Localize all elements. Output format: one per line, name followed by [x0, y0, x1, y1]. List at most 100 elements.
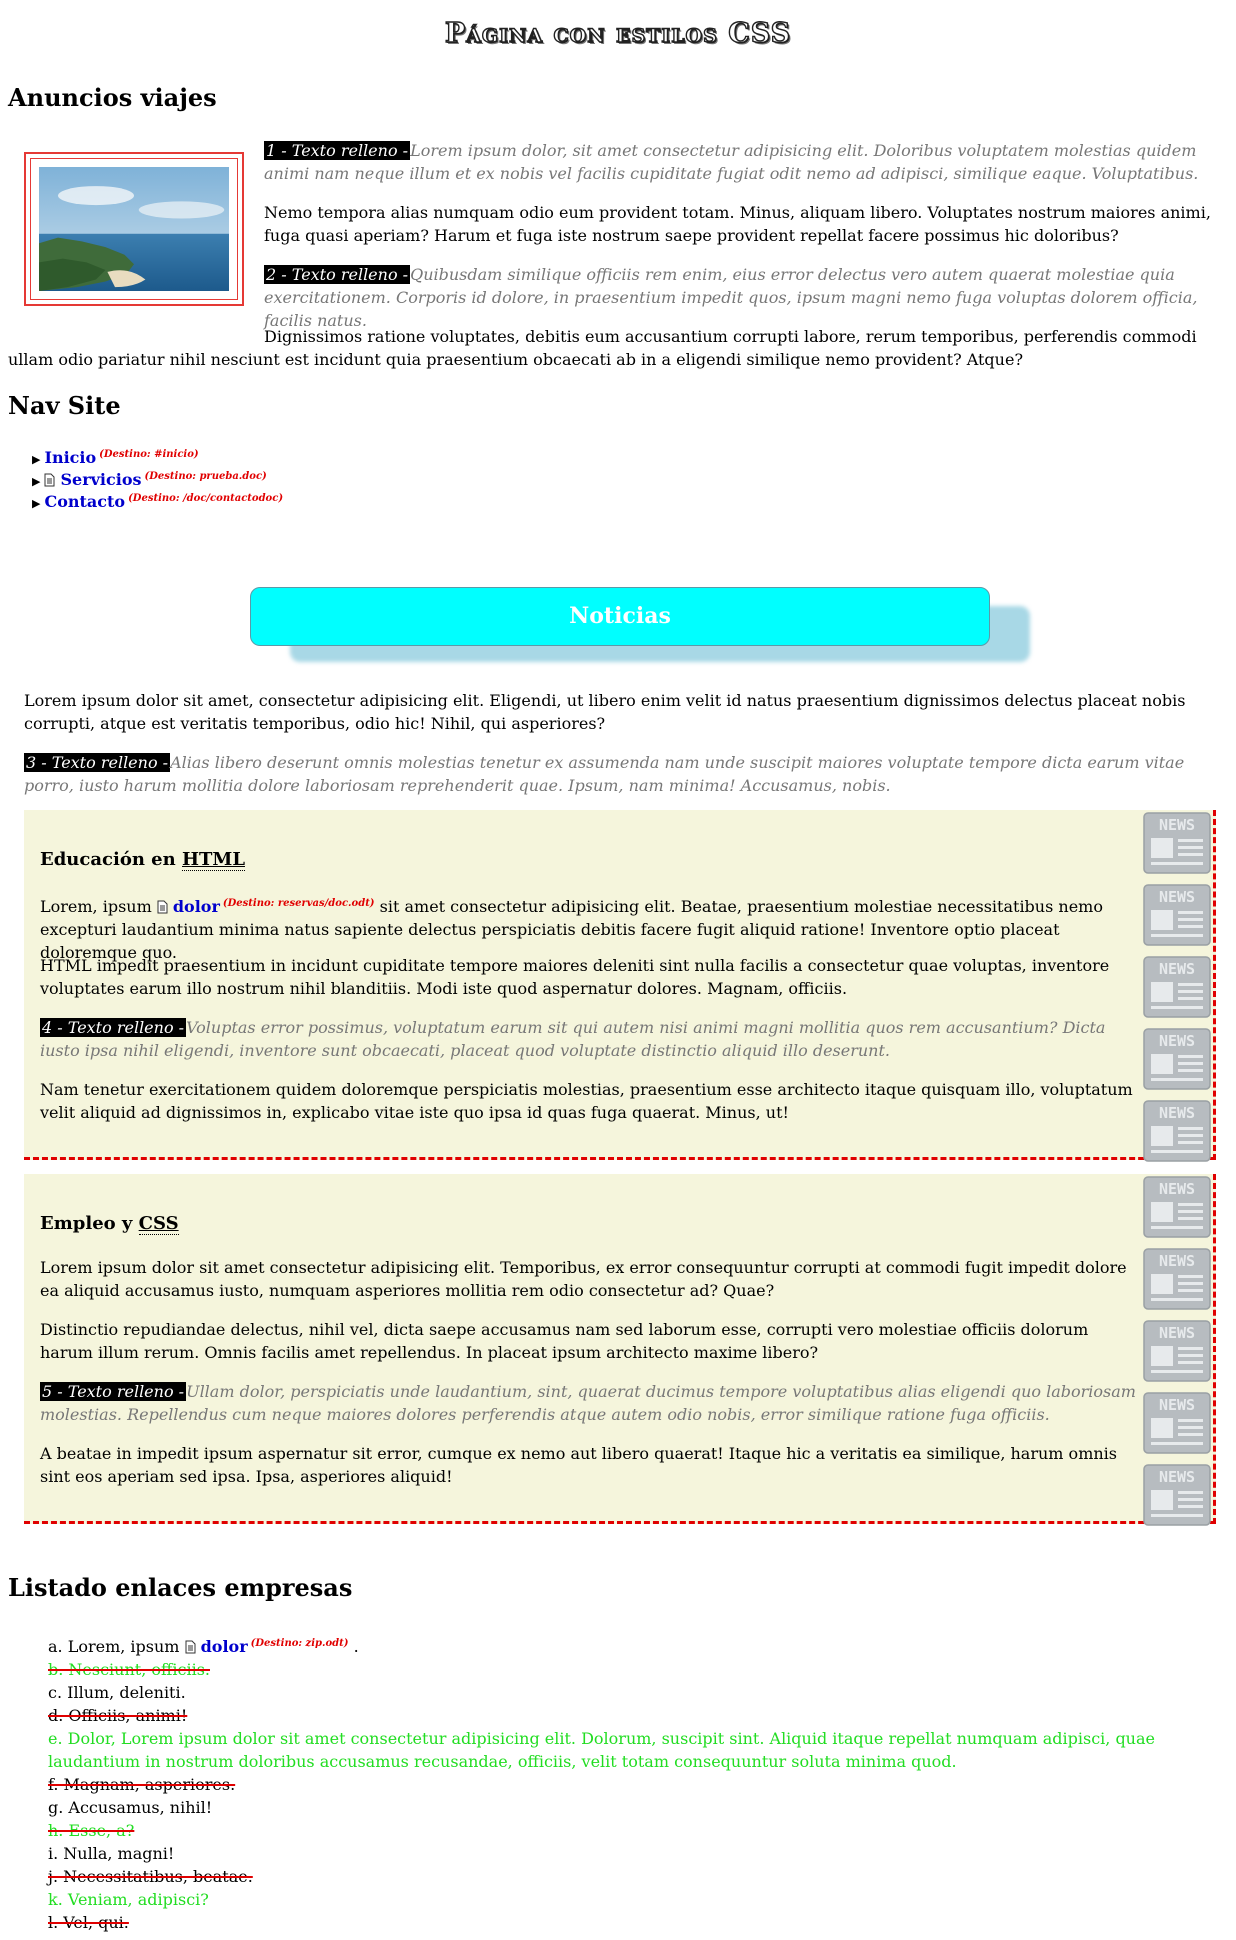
- paragraph-text: HTML impedit praesentium in incidunt cup…: [40, 956, 1110, 998]
- list-item: a. Lorem, ipsum dolor (Destino: zip.odt) …: [48, 1632, 1218, 1658]
- article-paragraph-4: A beatae in impedit ipsum aspernatur sit…: [40, 1442, 1140, 1488]
- article-title: Educación en HTML: [40, 848, 245, 871]
- paragraph-text: Ullam dolor, perspiciatis unde laudantiu…: [40, 1382, 1136, 1424]
- list-item-text: e. Dolor, Lorem ipsum dolor sit amet con…: [48, 1729, 1155, 1771]
- svg-text:NEWS: NEWS: [1159, 888, 1195, 906]
- list-item-text: k. Veniam, adipisci?: [48, 1890, 209, 1909]
- news-filler-3: 3 - Texto relleno - Alias libero deserunt…: [24, 751, 1214, 797]
- list-item: j. Necessitatibus, beatae.: [48, 1865, 1218, 1888]
- list-item-text: .: [353, 1637, 359, 1656]
- travel-text-3: 2 - Texto relleno - Quibusdam similique o…: [264, 263, 1224, 332]
- paragraph-text: Nam tenetur exercitationem quidem dolore…: [40, 1080, 1133, 1122]
- svg-text:NEWS: NEWS: [1159, 1324, 1195, 1342]
- news-intro: Lorem ipsum dolor sit amet, consectetur …: [24, 689, 1214, 735]
- nav-item-servicios: ▶ Servicios (Destino: prueba.doc): [32, 466, 283, 489]
- filler-tag-4: 4 - Texto relleno -: [40, 1018, 187, 1037]
- list-item: f. Magnam, asperiores.: [48, 1773, 1218, 1796]
- nav-link-contacto[interactable]: Contacto: [44, 492, 125, 511]
- list-item-text: b. Nesciunt, officiis.: [48, 1660, 210, 1679]
- paragraph-text: Lorem, ipsum: [40, 897, 152, 916]
- svg-text:NEWS: NEWS: [1159, 1032, 1195, 1050]
- svg-text:NEWS: NEWS: [1159, 1396, 1195, 1414]
- list-item-text: f. Magnam, asperiores.: [48, 1775, 236, 1794]
- list-item: c. Illum, deleniti.: [48, 1681, 1218, 1704]
- article-title: Empleo y CSS: [40, 1212, 179, 1235]
- article-css: Empleo y CSS Lorem ipsum dolor sit amet …: [24, 1174, 1216, 1526]
- list-item: d. Officiis, animi!: [48, 1704, 1218, 1727]
- list-item-text: a. Lorem, ipsum: [48, 1637, 180, 1656]
- link-destination: (Destino: #inicio): [99, 449, 199, 460]
- news-icon: NEWS: [1141, 1098, 1213, 1164]
- filler-tag-3: 3 - Texto relleno -: [24, 753, 171, 772]
- article-title-text: Educación en: [40, 849, 176, 870]
- nav-heading: Nav Site: [8, 391, 121, 420]
- list-item: k. Veniam, adipisci?: [48, 1888, 1218, 1911]
- news-paragraph-3: Alias libero deserunt omnis molestias te…: [24, 753, 1185, 795]
- list-item: g. Accusamus, nihil!: [48, 1796, 1218, 1819]
- svg-text:NEWS: NEWS: [1159, 960, 1195, 978]
- article-paragraph-1: Lorem ipsum dolor sit amet consectetur a…: [40, 1256, 1140, 1302]
- article-link-dolor[interactable]: dolor: [173, 897, 220, 916]
- article-title-text: Empleo y: [40, 1213, 133, 1234]
- paragraph-text: Distinctio repudiandae delectus, nihil v…: [40, 1320, 1089, 1362]
- article-html: Educación en HTML Lorem, ipsum dolor (Des…: [24, 810, 1216, 1162]
- svg-text:NEWS: NEWS: [1159, 816, 1195, 834]
- travel-heading: Anuncios viajes: [8, 83, 217, 112]
- svg-text:NEWS: NEWS: [1159, 1468, 1195, 1486]
- filler-tag-5: 5 - Texto relleno -: [40, 1382, 187, 1401]
- travel-photo: [24, 152, 244, 306]
- paragraph-text: Lorem ipsum dolor sit amet consectetur a…: [40, 1258, 1127, 1300]
- news-intro-paragraph: Lorem ipsum dolor sit amet, consectetur …: [24, 691, 1186, 733]
- list-item-text: j. Necessitatibus, beatae.: [48, 1867, 253, 1886]
- news-icon: NEWS: [1141, 1318, 1213, 1384]
- list-item: b. Nesciunt, officiis.: [48, 1658, 1218, 1681]
- travel-text-2: Nemo tempora alias numquam odio eum prov…: [264, 201, 1224, 247]
- news-icon: NEWS: [1141, 1026, 1213, 1092]
- news-icon: NEWS: [1141, 810, 1213, 876]
- list-item: e. Dolor, Lorem ipsum dolor sit amet con…: [48, 1727, 1218, 1773]
- companies-list: a. Lorem, ipsum dolor (Destino: zip.odt) …: [48, 1632, 1218, 1934]
- news-icon: NEWS: [1141, 954, 1213, 1020]
- news-icon: NEWS: [1141, 882, 1213, 948]
- paragraph-text: A beatae in impedit ipsum aspernatur sit…: [40, 1444, 1117, 1486]
- nav-link-servicios[interactable]: Servicios: [60, 470, 141, 489]
- list-item: i. Nulla, magni!: [48, 1842, 1218, 1865]
- article-paragraph-2: HTML impedit praesentium in incidunt cup…: [40, 954, 1140, 1000]
- nav-link-inicio[interactable]: Inicio: [44, 448, 96, 467]
- triangle-right-icon: ▶: [32, 497, 41, 510]
- list-item-text: i. Nulla, magni!: [48, 1844, 175, 1863]
- travel-text-4: Dignissimos ratione voluptates, debitis …: [8, 325, 1236, 371]
- filler-tag-1: 1 - Texto relleno -: [264, 141, 411, 160]
- news-icon: NEWS: [1141, 1246, 1213, 1312]
- abbr-html: HTML: [182, 849, 245, 871]
- article-paragraph-2: Distinctio repudiandae delectus, nihil v…: [40, 1318, 1140, 1364]
- travel-paragraph-2: Nemo tempora alias numquam odio eum prov…: [264, 203, 1211, 245]
- svg-text:NEWS: NEWS: [1159, 1252, 1195, 1270]
- news-icon: NEWS: [1141, 1462, 1213, 1528]
- list-item-text: c. Illum, deleniti.: [48, 1683, 186, 1702]
- coastal-landscape-image: [39, 167, 229, 291]
- list-item: h. Esse, a?: [48, 1819, 1218, 1842]
- nav-item-inicio: ▶ Inicio (Destino: #inicio): [32, 444, 283, 467]
- article-paragraph-4: Nam tenetur exercitationem quidem dolore…: [40, 1078, 1140, 1124]
- link-destination: (Destino: prueba.doc): [144, 471, 267, 482]
- list-item-text: h. Esse, a?: [48, 1821, 135, 1840]
- svg-text:NEWS: NEWS: [1159, 1180, 1195, 1198]
- link-destination: (Destino: zip.odt): [250, 1638, 349, 1649]
- paragraph-text: Voluptas error possimus, voluptatum earu…: [40, 1018, 1106, 1060]
- filler-tag-2: 2 - Texto relleno -: [264, 265, 411, 284]
- travel-text-1: 1 - Texto relleno - Lorem ipsum dolor, si…: [264, 139, 1224, 185]
- link-destination: (Destino: /doc/contactodoc): [128, 493, 284, 504]
- document-icon: [185, 1640, 196, 1654]
- link-destination: (Destino: reservas/doc.odt): [222, 898, 375, 909]
- company-link-dolor[interactable]: dolor: [201, 1637, 248, 1656]
- news-icon: NEWS: [1141, 1390, 1213, 1456]
- companies-heading: Listado enlaces empresas: [8, 1573, 353, 1602]
- document-icon: [157, 900, 168, 914]
- list-item-text: g. Accusamus, nihil!: [48, 1798, 213, 1817]
- list-item: l. Vel, qui.: [48, 1911, 1218, 1934]
- document-icon: [44, 473, 55, 487]
- news-header: Noticias: [250, 587, 990, 646]
- travel-paragraph-4: Dignissimos ratione voluptates, debitis …: [8, 327, 1197, 369]
- nav-item-contacto: ▶ Contacto (Destino: /doc/contactodoc): [32, 488, 284, 511]
